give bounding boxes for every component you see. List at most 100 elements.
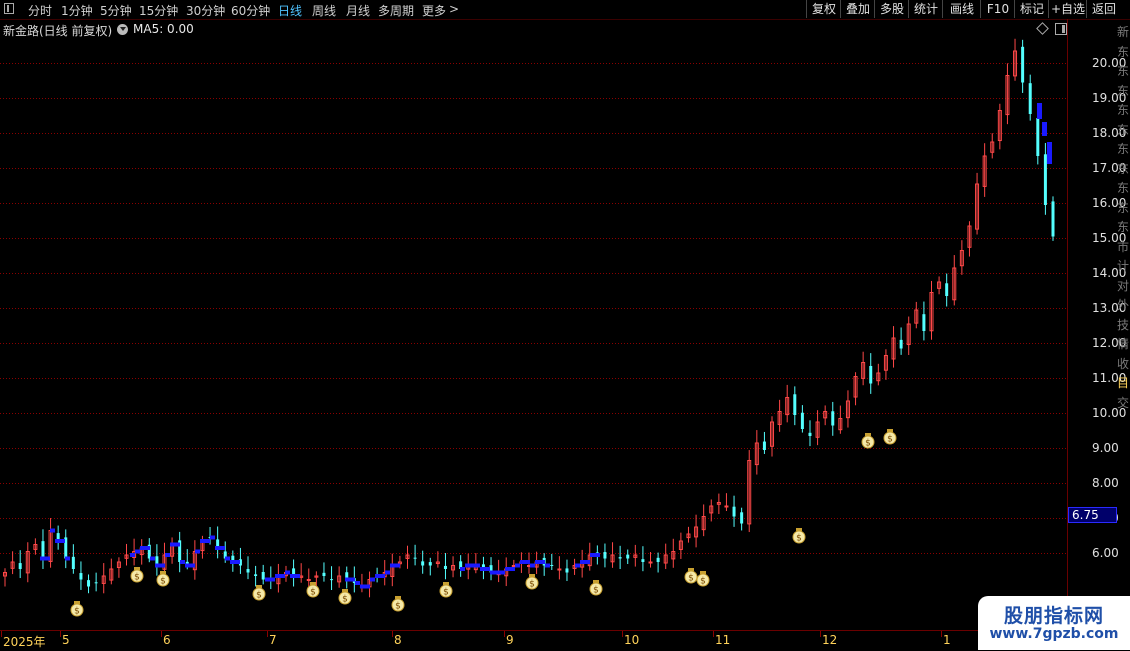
money-bag-icon: $ <box>70 601 84 617</box>
side-tab[interactable]: 外 <box>1117 298 1130 312</box>
date-tick-mark <box>1 631 2 637</box>
candle-body-down <box>550 564 554 566</box>
signal-segment <box>495 570 500 575</box>
signal-segment <box>365 584 370 589</box>
candle-body-down <box>831 411 835 426</box>
candle-body-down <box>428 562 432 566</box>
candle-body-down <box>94 582 98 584</box>
signal-segment <box>515 563 520 568</box>
svg-text:$: $ <box>342 595 348 605</box>
money-bag-icon: $ <box>391 596 405 612</box>
side-tab[interactable]: 东 <box>1117 103 1130 117</box>
svg-text:$: $ <box>865 439 871 449</box>
signal-segment <box>390 563 395 568</box>
candle-body-down <box>1021 46 1025 83</box>
signal-segment <box>190 563 195 568</box>
side-tab[interactable]: 交 <box>1117 396 1130 410</box>
signal-segment <box>535 560 540 564</box>
right-side-panel-tabs[interactable]: 新东东东东东东东东东东市计对外技情收目交 <box>1117 19 1130 439</box>
price-axis-separator <box>1067 19 1068 650</box>
candle-body-down <box>330 579 334 581</box>
signal-segment <box>360 584 365 589</box>
date-tick-mark <box>820 631 821 637</box>
signal-segment <box>460 567 465 571</box>
signal-segment <box>205 539 210 543</box>
money-bag-icon: $ <box>525 574 539 590</box>
side-tab[interactable]: 市 <box>1117 240 1130 254</box>
date-tick-mark <box>392 631 393 637</box>
watermark-url: www.7gpzb.com <box>989 626 1119 642</box>
watermark-title: 股朋指标网 <box>1003 605 1104 627</box>
side-tab[interactable]: 东 <box>1117 45 1130 59</box>
svg-text:$: $ <box>887 435 893 445</box>
candle-body-down <box>565 568 569 573</box>
candle-body-down <box>421 561 425 566</box>
candle-body-down <box>254 574 258 576</box>
candle-body-down <box>899 339 903 349</box>
signal-segment <box>385 570 390 575</box>
svg-text:$: $ <box>700 577 706 587</box>
side-tab[interactable]: 东 <box>1117 142 1130 156</box>
date-label: 8 <box>394 633 402 647</box>
side-tab[interactable]: 目 <box>1117 376 1130 390</box>
date-label: 12 <box>822 633 838 647</box>
signal-segment <box>350 577 355 582</box>
side-tab[interactable]: 新 <box>1117 25 1130 39</box>
candle-body-down <box>87 580 91 587</box>
side-tab[interactable]: 技 <box>1117 318 1130 332</box>
signal-segment <box>280 574 285 578</box>
candle-body-down <box>922 314 926 331</box>
date-label: 9 <box>506 633 514 647</box>
money-bag-icon: $ <box>696 571 710 587</box>
signal-segment <box>50 528 55 533</box>
signal-segment <box>215 546 220 550</box>
signal-segment <box>475 563 480 568</box>
candle-body-up <box>648 561 653 564</box>
signal-segment <box>200 539 205 543</box>
signal-segment <box>505 567 510 571</box>
side-tab[interactable]: 收 <box>1117 357 1130 371</box>
signal-segment <box>525 560 530 564</box>
side-tab[interactable]: 对 <box>1117 279 1130 293</box>
signal-segment <box>230 560 235 564</box>
side-tab[interactable]: 东 <box>1117 162 1130 176</box>
price-tick: 6.00 <box>1092 546 1119 560</box>
signal-segment <box>595 553 600 557</box>
signal-segment <box>155 563 160 568</box>
side-tab[interactable]: 东 <box>1117 181 1130 195</box>
date-label: 6 <box>163 633 171 647</box>
candle-body-down <box>732 506 736 517</box>
candle-body-down <box>413 557 417 559</box>
signal-segment <box>1037 103 1042 119</box>
money-bag-icon: $ <box>684 568 698 584</box>
signal-segment <box>580 560 585 564</box>
candle-body-down <box>261 572 265 580</box>
date-label: 10 <box>624 633 640 647</box>
side-tab[interactable]: 东 <box>1117 84 1130 98</box>
candle-body-up <box>724 505 729 508</box>
money-bag-icon: $ <box>338 589 352 605</box>
signal-segment <box>65 556 70 561</box>
date-tick-mark <box>267 631 268 637</box>
signal-segment <box>60 539 65 543</box>
signal-segment <box>1042 122 1047 136</box>
signal-segment <box>295 574 300 578</box>
candle-body-down <box>79 573 83 580</box>
candle-body-up <box>306 579 311 581</box>
side-tab[interactable]: 情 <box>1117 337 1130 351</box>
side-tab[interactable]: 东 <box>1117 201 1130 215</box>
side-tab[interactable]: 东 <box>1117 123 1130 137</box>
signal-segment <box>130 553 135 557</box>
signal-segment <box>380 574 385 578</box>
signal-segment <box>290 574 295 578</box>
side-tab[interactable]: 东 <box>1117 64 1130 78</box>
signal-segment <box>355 581 360 585</box>
side-tab[interactable]: 计 <box>1117 259 1130 273</box>
signal-segment <box>375 574 380 578</box>
svg-text:$: $ <box>134 573 140 583</box>
signal-segment <box>160 563 165 568</box>
svg-text:$: $ <box>160 577 166 587</box>
signal-segment <box>395 563 400 568</box>
candlestick-chart[interactable]: $ $ $ $ $ $ $ $ $ $ $ $ $ $ $ <box>0 0 1130 650</box>
side-tab[interactable]: 东 <box>1117 220 1130 234</box>
